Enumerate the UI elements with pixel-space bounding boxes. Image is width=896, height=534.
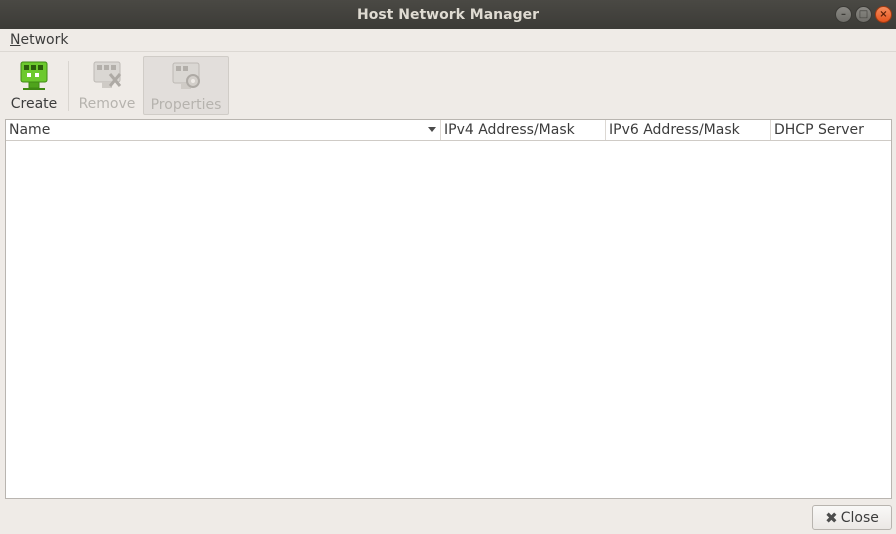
maximize-icon[interactable]: □: [855, 6, 872, 23]
table-header: Name IPv4 Address/Mask IPv6 Address/Mask…: [6, 120, 891, 141]
window-controls: – □ ×: [835, 6, 892, 23]
network-create-icon: [20, 61, 48, 90]
close-button-label: Close: [840, 509, 879, 526]
column-header-name[interactable]: Name: [6, 120, 441, 140]
remove-label: Remove: [78, 96, 136, 112]
toolbar-separator: [68, 61, 69, 111]
menu-network[interactable]: Network: [10, 32, 68, 48]
column-header-label: IPv4 Address/Mask: [444, 122, 575, 138]
column-header-ipv4[interactable]: IPv4 Address/Mask: [441, 120, 606, 140]
properties-label: Properties: [150, 97, 222, 113]
properties-button[interactable]: Properties: [143, 56, 229, 115]
window-titlebar[interactable]: Host Network Manager – □ ×: [0, 0, 896, 29]
close-button[interactable]: ✖ Close: [812, 505, 892, 530]
window-title: Host Network Manager: [357, 6, 539, 23]
network-properties-icon: [172, 62, 200, 89]
remove-button[interactable]: Remove: [76, 56, 138, 115]
sort-indicator-icon: [428, 127, 436, 132]
column-header-label: IPv6 Address/Mask: [609, 122, 740, 138]
host-network-table[interactable]: Name IPv4 Address/Mask IPv6 Address/Mask…: [5, 119, 892, 499]
column-header-ipv6[interactable]: IPv6 Address/Mask: [606, 120, 771, 140]
column-header-dhcp[interactable]: DHCP Server: [771, 120, 891, 140]
create-label: Create: [10, 96, 58, 112]
network-remove-icon: [93, 61, 122, 88]
minimize-icon[interactable]: –: [835, 6, 852, 23]
menu-network-label: etwork: [20, 32, 69, 48]
menu-network-mnemonic: N: [10, 32, 21, 48]
table-body[interactable]: [6, 141, 891, 498]
create-button[interactable]: Create: [6, 56, 62, 115]
x-icon: ✖: [825, 508, 838, 527]
close-icon[interactable]: ×: [875, 6, 892, 23]
column-header-label: Name: [9, 122, 51, 138]
toolbar: Create Remove Properties: [0, 53, 896, 117]
menu-bar: Network: [0, 29, 896, 52]
column-header-label: DHCP Server: [774, 122, 864, 138]
